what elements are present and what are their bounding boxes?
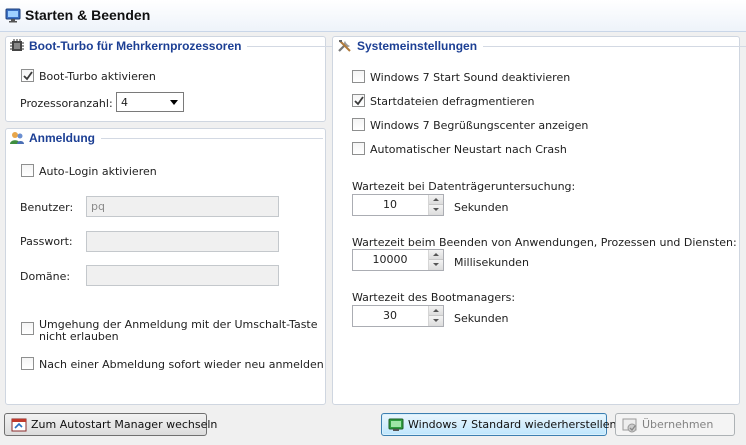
login-header: Anmeldung bbox=[9, 130, 323, 146]
disk-check-label: Wartezeit bei Datenträgeruntersuchung: bbox=[352, 180, 576, 193]
spinner-buttons bbox=[428, 250, 443, 270]
spin-down-button[interactable] bbox=[429, 205, 443, 215]
spin-up-button[interactable] bbox=[429, 306, 443, 316]
option-start-sound-label: Windows 7 Start Sound deaktivieren bbox=[370, 71, 571, 84]
option-start-sound-checkbox[interactable] bbox=[352, 70, 365, 83]
relogin-checkbox[interactable] bbox=[21, 357, 34, 370]
autologin-checkbox[interactable] bbox=[21, 164, 34, 177]
option-welcome-checkbox[interactable] bbox=[352, 118, 365, 131]
boot-turbo-label: Boot-Turbo aktivieren bbox=[39, 70, 156, 83]
disk-check-spinner[interactable]: 10 bbox=[352, 194, 444, 216]
monitor-restore-icon bbox=[388, 418, 404, 431]
app-close-label: Wartezeit beim Beenden von Anwendungen, … bbox=[352, 236, 737, 249]
app-close-spinner[interactable]: 10000 bbox=[352, 249, 444, 271]
domain-field[interactable] bbox=[86, 265, 279, 286]
option-auto-restart-label: Automatischer Neustart nach Crash bbox=[370, 143, 567, 156]
user-field[interactable]: pq bbox=[86, 196, 279, 217]
system-title: Systemeinstellungen bbox=[357, 39, 478, 53]
bootmgr-value: 30 bbox=[383, 309, 397, 322]
spinner-buttons bbox=[428, 195, 443, 215]
arrow-up-icon bbox=[433, 198, 439, 201]
option-welcome-label: Windows 7 Begrüßungscenter anzeigen bbox=[370, 119, 589, 132]
cores-label: Prozessoranzahl: bbox=[20, 97, 113, 110]
user-label: Benutzer: bbox=[20, 201, 74, 214]
tools-icon bbox=[338, 40, 351, 52]
relogin-label: Nach einer Abmeldung sofort wieder neu a… bbox=[39, 358, 324, 371]
password-field[interactable] bbox=[86, 231, 279, 252]
arrow-down-icon bbox=[433, 263, 439, 266]
boot-turbo-title: Boot-Turbo für Mehrkernprozessoren bbox=[29, 39, 242, 53]
boot-turbo-checkbox[interactable] bbox=[21, 69, 34, 82]
spin-up-button[interactable] bbox=[429, 250, 443, 260]
window-title: Starten & Beenden bbox=[25, 7, 151, 23]
chevron-down-icon bbox=[170, 100, 178, 105]
apply-button[interactable]: Übernehmen bbox=[615, 413, 735, 436]
restore-defaults-button[interactable]: Windows 7 Standard wiederherstellen bbox=[381, 413, 616, 436]
checkmark-icon bbox=[23, 71, 33, 81]
option-auto-restart-checkbox[interactable] bbox=[352, 142, 365, 155]
monitor-power-icon bbox=[5, 8, 21, 23]
restore-defaults-label: Windows 7 Standard wiederherstellen bbox=[408, 418, 617, 431]
password-label: Passwort: bbox=[20, 235, 73, 248]
apply-icon bbox=[622, 418, 637, 432]
section-divider bbox=[483, 45, 746, 47]
disk-check-value: 10 bbox=[383, 198, 397, 211]
spin-down-button[interactable] bbox=[429, 260, 443, 270]
shift-bypass-checkbox[interactable] bbox=[21, 322, 34, 335]
spin-down-button[interactable] bbox=[429, 316, 443, 326]
spinner-buttons bbox=[428, 306, 443, 326]
arrow-down-icon bbox=[433, 208, 439, 211]
autostart-manager-label: Zum Autostart Manager wechseln bbox=[31, 418, 218, 431]
title-bar: Starten & Beenden bbox=[0, 0, 746, 32]
autologin-label: Auto-Login aktivieren bbox=[39, 165, 157, 178]
app-close-unit: Millisekunden bbox=[454, 256, 529, 269]
system-panel bbox=[332, 36, 740, 405]
section-divider bbox=[101, 137, 323, 139]
bootmgr-label: Wartezeit des Bootmanagers: bbox=[352, 291, 516, 304]
autostart-manager-button[interactable]: Zum Autostart Manager wechseln bbox=[4, 413, 217, 436]
cpu-chip-icon bbox=[10, 39, 24, 51]
bootmgr-spinner[interactable]: 30 bbox=[352, 305, 444, 327]
cores-value: 4 bbox=[121, 96, 128, 109]
checkmark-icon bbox=[354, 96, 364, 106]
arrow-up-icon bbox=[433, 253, 439, 256]
system-header: Systemeinstellungen bbox=[337, 38, 746, 54]
disk-check-unit: Sekunden bbox=[454, 201, 509, 214]
login-title: Anmeldung bbox=[29, 131, 95, 145]
boot-turbo-header: Boot-Turbo für Mehrkernprozessoren bbox=[9, 38, 336, 54]
option-defrag-checkbox[interactable] bbox=[352, 94, 365, 107]
domain-label: Domäne: bbox=[20, 270, 71, 283]
apply-label: Übernehmen bbox=[642, 418, 714, 431]
users-icon bbox=[10, 132, 24, 144]
app-close-value: 10000 bbox=[372, 253, 408, 266]
arrow-down-icon bbox=[433, 319, 439, 322]
spin-up-button[interactable] bbox=[429, 195, 443, 205]
option-defrag-label: Startdateien defragmentieren bbox=[370, 95, 535, 108]
bootmgr-unit: Sekunden bbox=[454, 312, 509, 325]
cores-select[interactable]: 4 bbox=[116, 92, 184, 112]
arrow-up-icon bbox=[433, 309, 439, 312]
shift-bypass-label-line2: nicht erlauben bbox=[39, 330, 119, 343]
section-divider bbox=[247, 45, 336, 47]
autostart-icon bbox=[11, 418, 27, 431]
